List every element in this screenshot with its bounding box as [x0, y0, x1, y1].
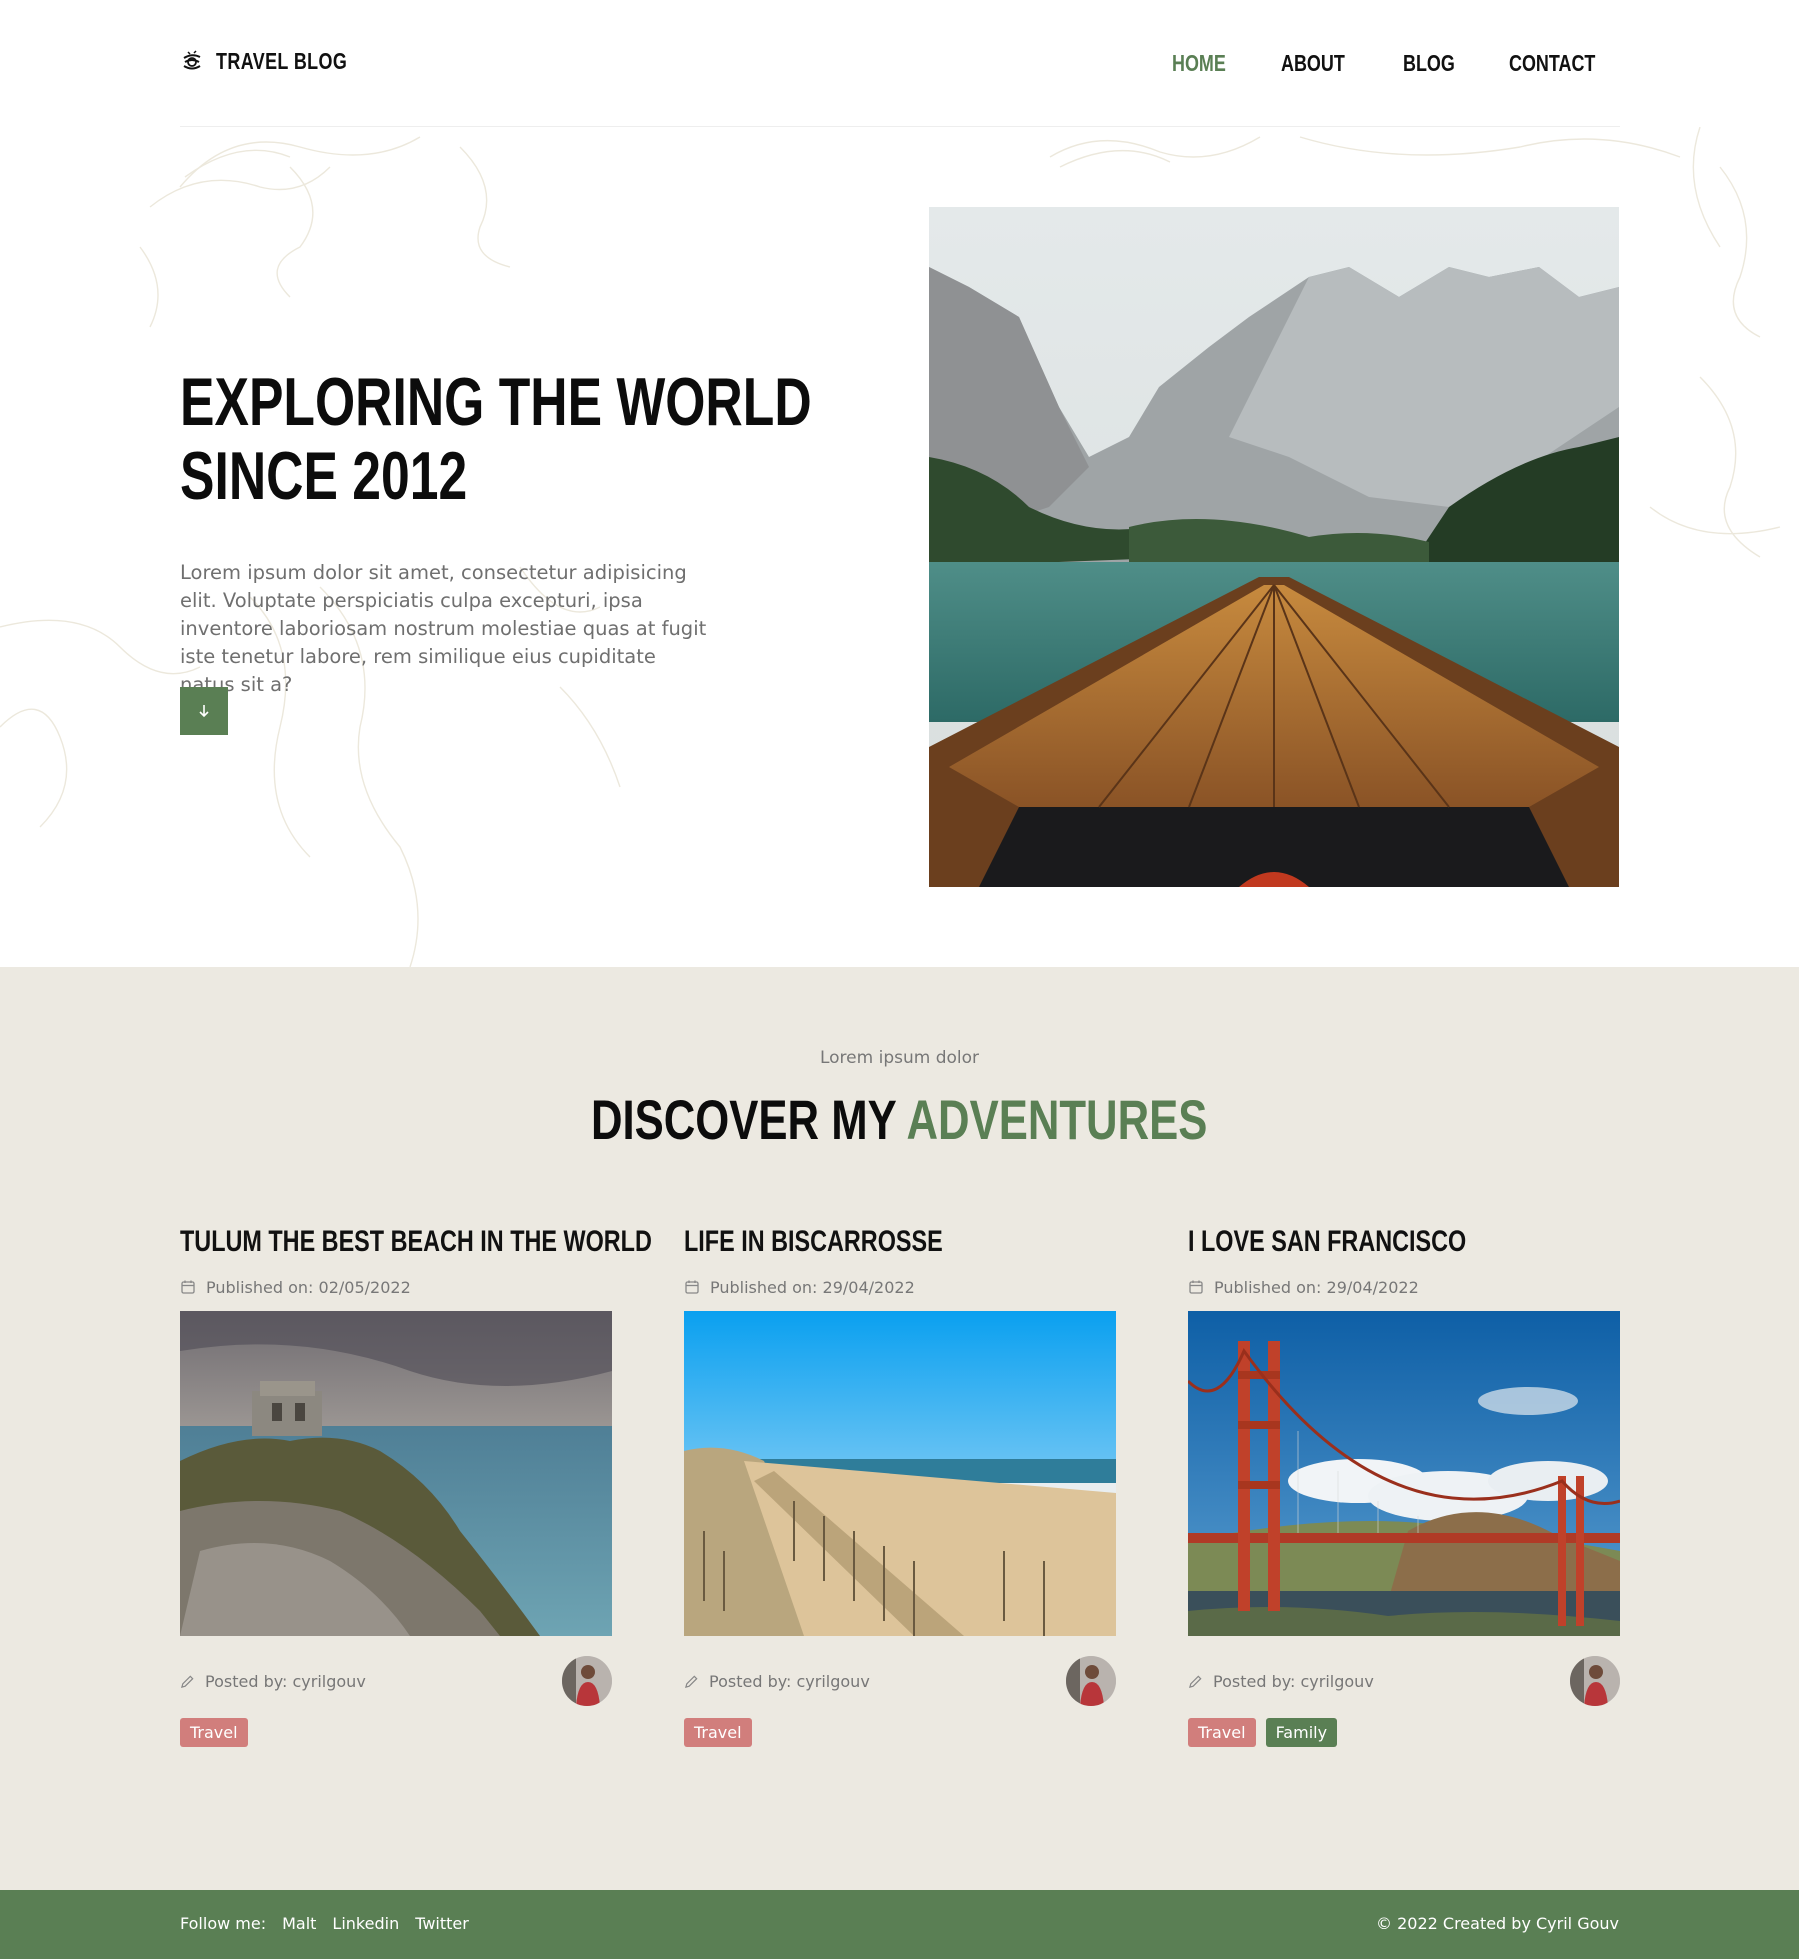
- post-title[interactable]: I LOVE SAN FRANCISCO: [1188, 1222, 1620, 1262]
- link-linkedin[interactable]: Linkedin: [332, 1914, 399, 1933]
- nav-home[interactable]: HOME: [1172, 50, 1241, 77]
- post-title[interactable]: TULUM THE BEST BEACH IN THE WORLD: [180, 1222, 652, 1262]
- tag-travel[interactable]: Travel: [1188, 1718, 1256, 1747]
- follow-label: Follow me:: [180, 1914, 267, 1933]
- link-twitter[interactable]: Twitter: [415, 1914, 469, 1933]
- post-author: Posted by: cyrilgouv: [180, 1672, 366, 1691]
- author-avatar[interactable]: [1066, 1656, 1116, 1706]
- author-avatar[interactable]: [1570, 1656, 1620, 1706]
- tag-travel[interactable]: Travel: [180, 1718, 248, 1747]
- section-kicker: Lorem ipsum dolor: [819, 1048, 980, 1068]
- scroll-down-button[interactable]: [180, 687, 228, 735]
- post-image-golden-gate[interactable]: [1188, 1311, 1620, 1636]
- post-date: Published on: 29/04/2022: [1188, 1276, 1620, 1298]
- author-avatar[interactable]: [562, 1656, 612, 1706]
- nav-blog[interactable]: BLOG: [1403, 50, 1469, 77]
- post-author: Posted by: cyrilgouv: [1188, 1672, 1374, 1691]
- post-date: Published on: 02/05/2022: [180, 1276, 612, 1298]
- post-card[interactable]: LIFE IN BISCARROSSE Published on: 29/04/…: [684, 1222, 1116, 1747]
- post-tags: Travel Family: [1188, 1718, 1620, 1747]
- post-date: Published on: 29/04/2022: [684, 1276, 1116, 1298]
- post-tags: Travel: [180, 1718, 612, 1747]
- hero-section: EXPLORING THE WORLD SINCE 2012 Lorem ips…: [0, 127, 1799, 967]
- nav-about[interactable]: ABOUT: [1281, 50, 1363, 77]
- pencil-icon: [1188, 1674, 1202, 1688]
- post-author: Posted by: cyrilgouv: [684, 1672, 870, 1691]
- post-card[interactable]: TULUM THE BEST BEACH IN THE WORLD Publis…: [180, 1222, 652, 1747]
- adventures-section: Lorem ipsum dolor DISCOVER MY ADVENTURES…: [0, 967, 1799, 1890]
- hero-description: Lorem ipsum dolor sit amet, consectetur …: [180, 560, 707, 696]
- post-image-biscarrosse[interactable]: [684, 1311, 1116, 1636]
- tag-family[interactable]: Family: [1265, 1718, 1338, 1747]
- hero-image-boat-lake: [929, 207, 1619, 887]
- post-card[interactable]: I LOVE SAN FRANCISCO Published on: 29/04…: [1188, 1222, 1620, 1747]
- post-image-tulum[interactable]: [180, 1311, 612, 1636]
- nav-contact[interactable]: CONTACT: [1509, 50, 1620, 77]
- arrow-down-icon: [199, 705, 209, 718]
- globe-stack-icon: [183, 49, 201, 69]
- site-footer: Follow me: Malt Linkedin Twitter © 2022 …: [0, 1890, 1799, 1959]
- main-nav: HOME ABOUT BLOG CONTACT: [1132, 50, 1620, 77]
- site-header: TRAVEL BLOG HOME ABOUT BLOG CONTACT: [180, 0, 1620, 127]
- social-links: Follow me: Malt Linkedin Twitter: [180, 1914, 469, 1933]
- hero-title: EXPLORING THE WORLD SINCE 2012: [180, 364, 812, 514]
- copyright: © 2022 Created by Cyril Gouv: [1376, 1914, 1619, 1933]
- section-title: DISCOVER MY ADVENTURES: [591, 1088, 1208, 1151]
- calendar-icon: [1189, 1280, 1203, 1294]
- tag-travel[interactable]: Travel: [684, 1718, 752, 1747]
- link-malt[interactable]: Malt: [282, 1914, 316, 1933]
- pencil-icon: [684, 1674, 698, 1688]
- post-title[interactable]: LIFE IN BISCARROSSE: [684, 1222, 1116, 1262]
- calendar-icon: [685, 1280, 699, 1294]
- pencil-icon: [180, 1674, 194, 1688]
- post-tags: Travel: [684, 1718, 1116, 1747]
- logo[interactable]: TRAVEL BLOG: [180, 48, 384, 75]
- logo-text: TRAVEL BLOG: [216, 48, 348, 74]
- calendar-icon: [181, 1280, 195, 1294]
